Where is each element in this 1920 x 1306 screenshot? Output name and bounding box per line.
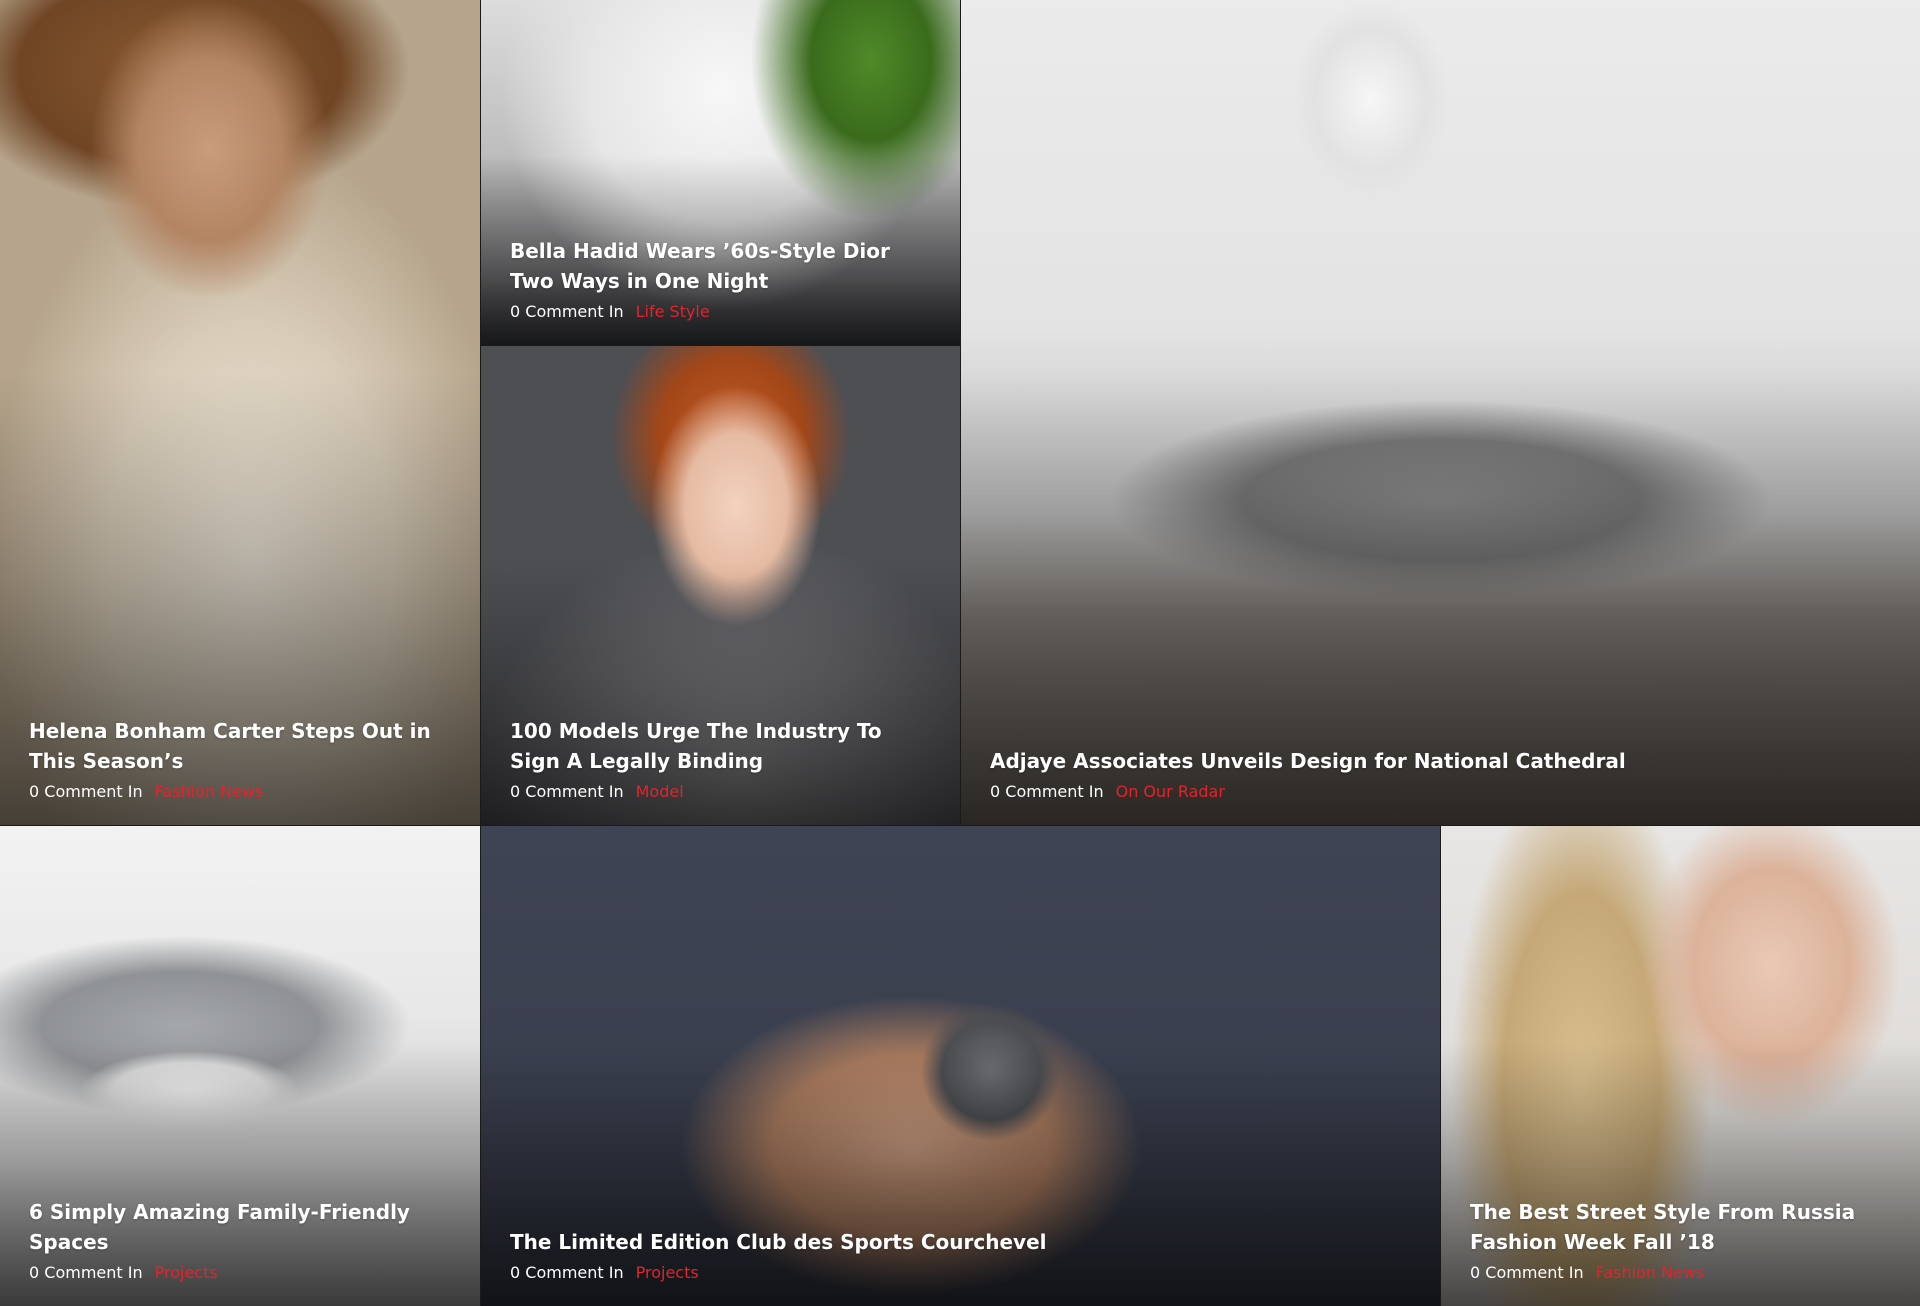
category-link[interactable]: Fashion News <box>155 782 264 801</box>
post-title-link[interactable]: Adjaye Associates Unveils Design for Nat… <box>990 746 1891 776</box>
comment-count: 0 Comment In <box>29 1263 143 1282</box>
comment-count: 0 Comment In <box>510 782 624 801</box>
post-meta: 0 Comment In Fashion News <box>29 781 451 803</box>
post-meta: 0 Comment In Model <box>510 781 931 803</box>
post-tile[interactable]: 6 Simply Amazing Family-Friendly Spaces … <box>0 826 480 1306</box>
comment-count: 0 Comment In <box>510 1263 624 1282</box>
featured-posts-grid: Helena Bonham Carter Steps Out in This S… <box>0 0 1920 1306</box>
category-link[interactable]: Fashion News <box>1596 1263 1705 1282</box>
post-title-link[interactable]: The Best Street Style From Russia Fashio… <box>1470 1197 1891 1257</box>
post-caption: The Limited Edition Club des Sports Cour… <box>510 1227 1411 1284</box>
post-caption: 6 Simply Amazing Family-Friendly Spaces … <box>29 1197 451 1284</box>
post-meta: 0 Comment In Fashion News <box>1470 1262 1891 1284</box>
post-tile[interactable]: Adjaye Associates Unveils Design for Nat… <box>961 0 1920 825</box>
post-caption: The Best Street Style From Russia Fashio… <box>1470 1197 1891 1284</box>
post-tile[interactable]: Bella Hadid Wears ’60s-Style Dior Two Wa… <box>481 0 960 345</box>
category-link[interactable]: Projects <box>155 1263 218 1282</box>
post-tile[interactable]: Helena Bonham Carter Steps Out in This S… <box>0 0 480 825</box>
post-title-link[interactable]: Bella Hadid Wears ’60s-Style Dior Two Wa… <box>510 236 931 296</box>
post-caption: Helena Bonham Carter Steps Out in This S… <box>29 716 451 803</box>
comment-count: 0 Comment In <box>1470 1263 1584 1282</box>
post-tile[interactable]: The Best Street Style From Russia Fashio… <box>1441 826 1920 1306</box>
post-caption: Bella Hadid Wears ’60s-Style Dior Two Wa… <box>510 236 931 323</box>
comment-count: 0 Comment In <box>990 782 1104 801</box>
post-meta: 0 Comment In Projects <box>510 1262 1411 1284</box>
post-caption: Adjaye Associates Unveils Design for Nat… <box>990 746 1891 803</box>
category-link[interactable]: Model <box>636 782 684 801</box>
post-title-link[interactable]: 100 Models Urge The Industry To Sign A L… <box>510 716 931 776</box>
comment-count: 0 Comment In <box>510 302 624 321</box>
post-tile[interactable]: The Limited Edition Club des Sports Cour… <box>481 826 1440 1306</box>
post-title-link[interactable]: The Limited Edition Club des Sports Cour… <box>510 1227 1411 1257</box>
post-meta: 0 Comment In Projects <box>29 1262 451 1284</box>
post-tile[interactable]: 100 Models Urge The Industry To Sign A L… <box>481 346 960 825</box>
category-link[interactable]: Projects <box>636 1263 699 1282</box>
post-title-link[interactable]: 6 Simply Amazing Family-Friendly Spaces <box>29 1197 451 1257</box>
post-title-link[interactable]: Helena Bonham Carter Steps Out in This S… <box>29 716 451 776</box>
post-meta: 0 Comment In On Our Radar <box>990 781 1891 803</box>
category-link[interactable]: On Our Radar <box>1116 782 1225 801</box>
category-link[interactable]: Life Style <box>636 302 710 321</box>
post-meta: 0 Comment In Life Style <box>510 301 931 323</box>
post-caption: 100 Models Urge The Industry To Sign A L… <box>510 716 931 803</box>
comment-count: 0 Comment In <box>29 782 143 801</box>
